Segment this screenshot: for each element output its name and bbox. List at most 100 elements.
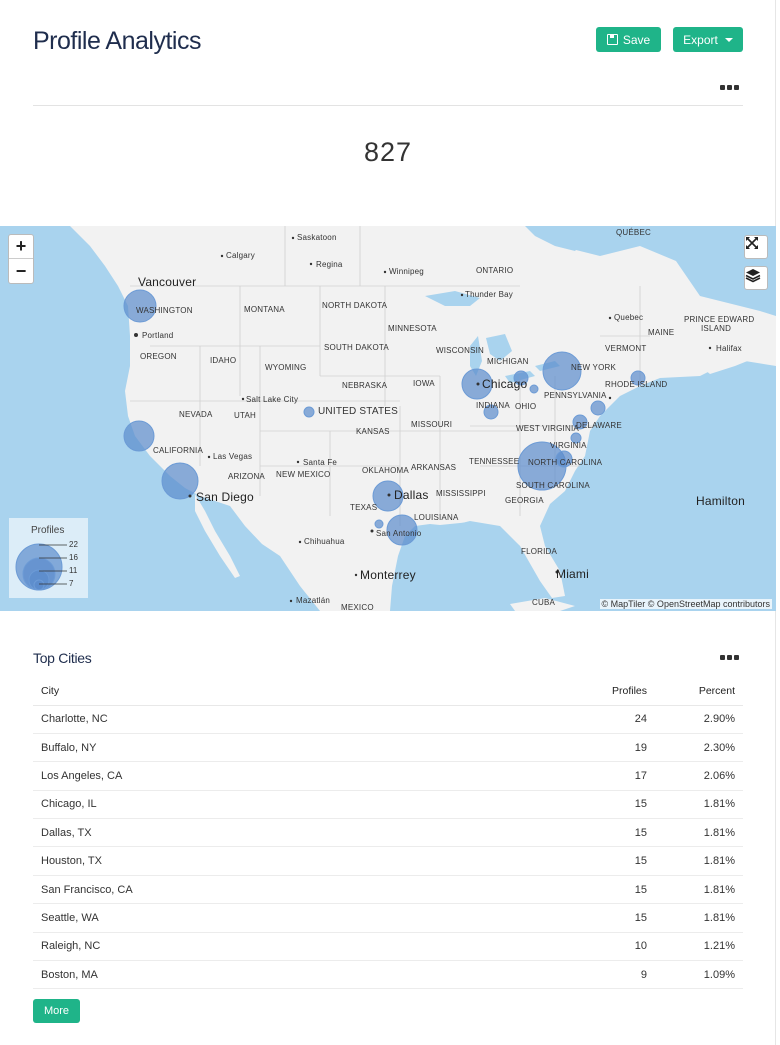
map-label: WEST VIRGINIA bbox=[516, 424, 579, 433]
map-label: Mazatlán bbox=[296, 596, 331, 605]
map-label: INDIANA bbox=[476, 401, 510, 410]
map-label: Vancouver bbox=[138, 275, 197, 289]
map-label: PRINCE EDWARD bbox=[684, 315, 755, 324]
map-label: IDAHO bbox=[210, 356, 237, 365]
legend-value: 22 bbox=[69, 540, 78, 549]
table-row: Charlotte, NC 24 2.90% bbox=[33, 705, 743, 734]
profiles-cell: 17 bbox=[513, 761, 663, 791]
profiles-cell: 24 bbox=[513, 705, 663, 734]
percent-cell: 2.90% bbox=[663, 705, 743, 734]
map-label: UNITED STATES bbox=[318, 406, 399, 417]
city-cell: Chicago, IL bbox=[33, 790, 513, 820]
profiles-map[interactable]: Saskatoon Calgary Regina Winnipeg ONTARI… bbox=[0, 226, 776, 611]
map-label: LOUISIANA bbox=[414, 513, 459, 522]
column-header-city[interactable]: City bbox=[33, 677, 513, 706]
map-label: Quebec bbox=[614, 313, 644, 322]
legend-value: 7 bbox=[69, 579, 74, 588]
legend-value: 16 bbox=[69, 553, 78, 562]
map-label: Chicago bbox=[482, 377, 528, 391]
city-cell: San Francisco, CA bbox=[33, 875, 513, 905]
map-label: ISLAND bbox=[701, 324, 732, 333]
map-label: MONTANA bbox=[244, 305, 285, 314]
map-label: NEVADA bbox=[179, 410, 213, 419]
map-label: SOUTH CAROLINA bbox=[516, 481, 590, 490]
map-label: DELAWARE bbox=[576, 421, 622, 430]
layers-button[interactable] bbox=[744, 266, 768, 290]
map-label: Winnipeg bbox=[389, 267, 424, 276]
profiles-cell: 15 bbox=[513, 875, 663, 905]
map-label: VIRGINIA bbox=[550, 441, 587, 450]
zoom-out-button[interactable]: − bbox=[9, 259, 33, 283]
city-cell: Dallas, TX bbox=[33, 818, 513, 848]
percent-cell: 1.21% bbox=[663, 932, 743, 962]
zoom-control: + − bbox=[8, 234, 34, 284]
map-label: WISCONSIN bbox=[436, 346, 485, 355]
map-label: Saskatoon bbox=[297, 233, 337, 242]
export-button[interactable]: Export bbox=[673, 27, 743, 52]
map-label: Chihuahua bbox=[304, 537, 345, 546]
map-label: ONTARIO bbox=[476, 266, 514, 275]
map-label: San Antonio bbox=[376, 529, 422, 538]
city-cell: Los Angeles, CA bbox=[33, 761, 513, 791]
column-header-profiles[interactable]: Profiles bbox=[513, 677, 663, 706]
map-legend: Profiles 22 16 11 7 bbox=[9, 518, 88, 598]
map-label: PENNSYLVANIA bbox=[544, 391, 607, 400]
percent-cell: 1.81% bbox=[663, 875, 743, 905]
map-label: KANSAS bbox=[356, 427, 390, 436]
fullscreen-icon bbox=[746, 237, 758, 249]
save-button[interactable]: Save bbox=[596, 27, 661, 52]
table-row: Boston, MA 9 1.09% bbox=[33, 960, 743, 990]
map-label: MINNESOTA bbox=[388, 324, 437, 333]
zoom-in-button[interactable]: + bbox=[9, 235, 33, 259]
map-label: NEW MEXICO bbox=[276, 470, 331, 479]
table-header-row: City Profiles Percent bbox=[33, 677, 743, 706]
map-label: WYOMING bbox=[265, 363, 307, 372]
fullscreen-button[interactable] bbox=[744, 235, 768, 259]
summary-card: Profile Analytics Save Export 827 bbox=[0, 0, 776, 226]
map-label: OKLAHOMA bbox=[362, 466, 409, 475]
map-label: MAINE bbox=[648, 328, 675, 337]
profiles-cell: 15 bbox=[513, 846, 663, 876]
map-label: Portland bbox=[142, 331, 174, 340]
more-button[interactable]: More bbox=[33, 999, 80, 1023]
profiles-cell: 15 bbox=[513, 903, 663, 933]
percent-cell: 1.81% bbox=[663, 790, 743, 820]
map-label: Salt Lake City bbox=[246, 395, 299, 404]
map-label: ARKANSAS bbox=[411, 463, 457, 472]
map-label: Calgary bbox=[226, 251, 255, 260]
map-label: UTAH bbox=[234, 411, 256, 420]
table-row: Buffalo, NY 19 2.30% bbox=[33, 733, 743, 763]
map-label: Hamilton bbox=[696, 494, 745, 508]
city-cell: Seattle, WA bbox=[33, 903, 513, 933]
map-label: Dallas bbox=[394, 488, 429, 502]
map-label: Santa Fe bbox=[303, 458, 338, 467]
city-cell: Buffalo, NY bbox=[33, 733, 513, 763]
profiles-cell: 10 bbox=[513, 932, 663, 962]
city-cell: Boston, MA bbox=[33, 960, 513, 990]
page-title: Profile Analytics bbox=[33, 27, 201, 55]
map-label: TEXAS bbox=[350, 503, 378, 512]
profiles-cell: 15 bbox=[513, 818, 663, 848]
map-label: CALIFORNIA bbox=[153, 446, 204, 455]
map-label: MISSISSIPPI bbox=[436, 489, 486, 498]
column-header-percent[interactable]: Percent bbox=[663, 677, 743, 706]
profiles-cell: 19 bbox=[513, 733, 663, 763]
map-label: OREGON bbox=[140, 352, 177, 361]
more-options-icon[interactable] bbox=[720, 85, 739, 90]
map-label: CUBA bbox=[532, 598, 556, 607]
map-label: NORTH CAROLINA bbox=[528, 458, 603, 467]
city-cell: Charlotte, NC bbox=[33, 705, 513, 734]
table-row: Chicago, IL 15 1.81% bbox=[33, 790, 743, 820]
map-label: Las Vegas bbox=[213, 452, 253, 461]
percent-cell: 1.81% bbox=[663, 846, 743, 876]
map-label: ARIZONA bbox=[228, 472, 265, 481]
map-label: MEXICO bbox=[341, 603, 374, 611]
table-row: Seattle, WA 15 1.81% bbox=[33, 903, 743, 933]
map-label: SOUTH DAKOTA bbox=[324, 343, 389, 352]
map-attribution[interactable]: © MapTiler © OpenStreetMap contributors bbox=[599, 599, 772, 609]
map-label: VERMONT bbox=[605, 344, 647, 353]
more-options-icon[interactable] bbox=[720, 655, 739, 660]
map-label: Thunder Bay bbox=[465, 290, 514, 299]
map-canvas bbox=[0, 226, 776, 611]
table-row: Houston, TX 15 1.81% bbox=[33, 846, 743, 876]
